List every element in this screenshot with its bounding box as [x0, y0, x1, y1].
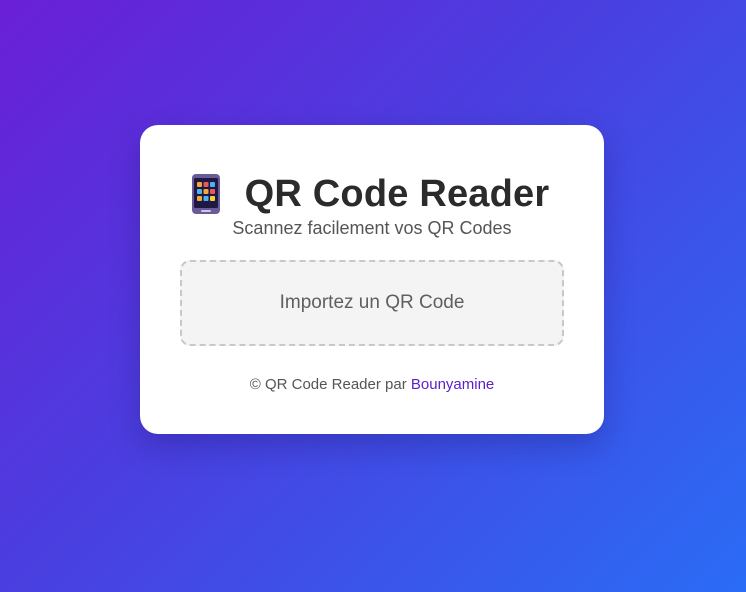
page-subtitle: Scannez facilement vos QR Codes	[232, 218, 512, 238]
author-link[interactable]: Bounyamine	[411, 376, 494, 393]
upload-label: Importez un QR Code	[279, 292, 465, 313]
mobile-phone-icon	[191, 174, 221, 214]
footer-copyright: © QR Code Reader par	[249, 376, 407, 393]
title-row: QR Code Reader	[140, 171, 604, 217]
footer: © QR Code Reader par Bounyamine	[140, 376, 604, 393]
qr-upload-dropzone[interactable]: Importez un QR Code	[180, 260, 564, 346]
qr-reader-card: QR Code Reader Scannez facilement vos QR…	[140, 125, 604, 434]
page-title: QR Code Reader	[244, 172, 550, 215]
